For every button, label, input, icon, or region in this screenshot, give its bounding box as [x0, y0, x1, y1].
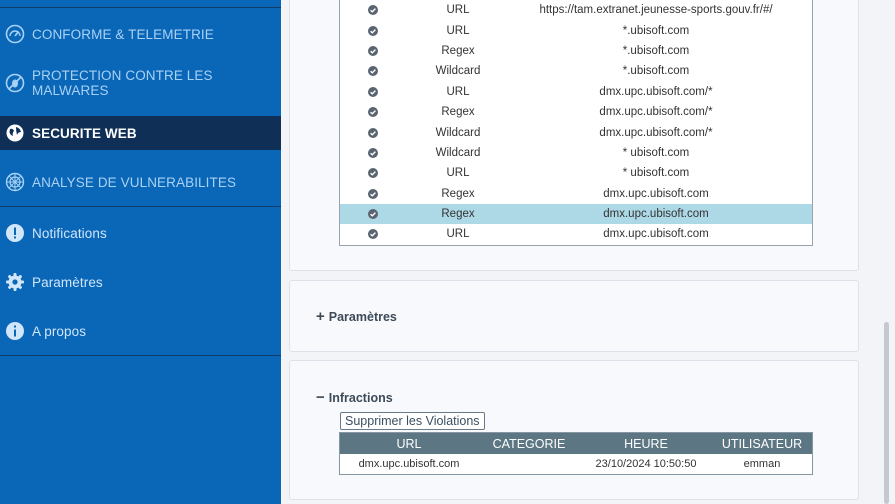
column-header-categorie[interactable]: CATEGORIE [478, 437, 580, 451]
minus-icon: − [316, 389, 325, 406]
column-header-heure[interactable]: HEURE [580, 437, 712, 451]
main-content: URL https://tam.extranet.jeunesse-sports… [281, 0, 895, 504]
delete-violations-button[interactable]: Supprimer les Violations [340, 412, 485, 430]
rule-type: Regex [441, 44, 475, 57]
rule-type: Regex [441, 106, 475, 119]
cell-utilisateur: emman [743, 458, 781, 470]
sidebar-item-conforme-telemetrie[interactable]: CONFORME & TELEMETRIE [0, 17, 281, 51]
rule-type: URL [446, 85, 470, 98]
rule-value: *.ubisoft.com [622, 65, 690, 78]
scrollbar-thumb[interactable] [884, 322, 889, 504]
check-circle-icon [340, 45, 406, 56]
sidebar-item-parametres[interactable]: Paramètres [0, 265, 281, 299]
sidebar-item-label: ANALYSE DE VULNERABILITES [32, 174, 237, 190]
check-circle-icon [340, 229, 406, 240]
rule-type: Regex [441, 208, 475, 221]
cell-url: dmx.upc.ubisoft.com [358, 458, 460, 470]
rule-value: dmx.upc.ubisoft.com [603, 228, 709, 241]
rule-value: dmx.upc.ubisoft.com/* [599, 126, 713, 139]
check-circle-icon [340, 107, 406, 118]
sidebar-item-label: CONFORME & TELEMETRIE [32, 26, 214, 42]
sidebar-divider [0, 7, 281, 8]
table-row[interactable]: Wildcard *.ubisoft.com [340, 61, 812, 81]
table-row-selected[interactable]: Regex dmx.upc.ubisoft.com [340, 203, 812, 225]
rule-value: * ubisoft.com [622, 146, 690, 159]
alert-icon [5, 223, 25, 243]
sidebar-divider [0, 355, 281, 356]
check-circle-icon [340, 86, 406, 97]
parametres-panel: + Paramètres [289, 280, 859, 352]
column-header-utilisateur[interactable]: UTILISATEUR [712, 437, 812, 451]
infractions-toggle[interactable]: − Infractions [316, 389, 393, 406]
check-circle-icon [340, 147, 406, 158]
gear-icon [5, 272, 25, 292]
sidebar-divider [0, 206, 281, 207]
table-row[interactable]: Regex dmx.upc.ubisoft.com [340, 184, 812, 204]
table-row[interactable]: Regex *.ubisoft.com [340, 41, 812, 61]
table-row[interactable]: URL dmx.upc.ubisoft.com [340, 224, 812, 244]
sidebar-item-securite-web[interactable]: SECURITE WEB [0, 116, 281, 150]
sidebar-item-label: PROTECTION CONTRE LES MALWARES [32, 68, 213, 98]
table-row[interactable]: URL https://tam.extranet.jeunesse-sports… [340, 0, 812, 20]
rule-type: URL [446, 24, 470, 37]
table-row[interactable]: dmx.upc.ubisoft.com 23/10/2024 10:50:50 … [340, 454, 812, 474]
sidebar: CONFORME & TELEMETRIE PROTECTION CONTRE … [0, 0, 281, 504]
sidebar-item-protection-malwares[interactable]: PROTECTION CONTRE LES MALWARES [0, 66, 281, 100]
rule-value: * ubisoft.com [622, 167, 690, 180]
check-circle-icon [340, 66, 406, 77]
rule-value: dmx.upc.ubisoft.com [603, 187, 709, 200]
parametres-toggle[interactable]: + Paramètres [316, 308, 397, 325]
malware-icon [5, 73, 25, 93]
table-row[interactable]: Wildcard dmx.upc.ubisoft.com/* [340, 122, 812, 142]
column-header-url[interactable]: URL [340, 437, 478, 451]
check-circle-icon [340, 188, 406, 199]
rules-panel: URL https://tam.extranet.jeunesse-sports… [289, 0, 859, 271]
rule-type: URL [446, 4, 470, 17]
rule-type: Regex [441, 187, 475, 200]
infractions-table: URL CATEGORIE HEURE UTILISATEUR dmx.upc.… [339, 432, 813, 475]
sidebar-item-label: Paramètres [32, 274, 103, 290]
infractions-panel: − Infractions Supprimer les Violations U… [289, 360, 859, 500]
table-row[interactable]: Regex dmx.upc.ubisoft.com/* [340, 102, 812, 122]
rule-type: Wildcard [435, 65, 481, 78]
info-icon [5, 321, 25, 341]
table-row[interactable]: URL dmx.upc.ubisoft.com/* [340, 82, 812, 102]
gauge-icon [5, 24, 25, 44]
check-circle-icon [340, 168, 406, 179]
rules-table: URL https://tam.extranet.jeunesse-sports… [339, 0, 813, 246]
sidebar-item-label: SECURITE WEB [32, 125, 137, 141]
globe-icon [5, 123, 25, 143]
rule-type: URL [446, 228, 470, 241]
infractions-label: Infractions [328, 390, 393, 405]
check-circle-icon [340, 5, 406, 16]
rule-value: *.ubisoft.com [622, 24, 690, 37]
vulnerability-icon [5, 172, 25, 192]
rule-value: dmx.upc.ubisoft.com/* [599, 106, 713, 119]
rule-type: URL [446, 167, 470, 180]
cell-heure: 23/10/2024 10:50:50 [595, 458, 697, 470]
table-row[interactable]: URL * ubisoft.com [340, 163, 812, 183]
sidebar-item-a-propos[interactable]: A propos [0, 314, 281, 348]
rule-value: https://tam.extranet.jeunesse-sports.gou… [539, 4, 773, 17]
table-row[interactable]: URL *.ubisoft.com [340, 20, 812, 40]
rule-value: *.ubisoft.com [622, 44, 690, 57]
check-circle-icon [340, 127, 406, 138]
rule-type: Wildcard [435, 126, 481, 139]
rule-type: Wildcard [435, 146, 481, 159]
rule-value: dmx.upc.ubisoft.com [603, 208, 709, 221]
sidebar-item-analyse-vulnerabilites[interactable]: ANALYSE DE VULNERABILITES [0, 165, 281, 199]
rule-value: dmx.upc.ubisoft.com/* [599, 85, 713, 98]
table-row[interactable]: Wildcard * ubisoft.com [340, 143, 812, 163]
vertical-scrollbar[interactable] [878, 0, 895, 504]
sidebar-item-notifications[interactable]: Notifications [0, 216, 281, 250]
check-circle-icon [340, 209, 406, 220]
check-circle-icon [340, 25, 406, 36]
table-header: URL CATEGORIE HEURE UTILISATEUR [340, 433, 812, 454]
plus-icon: + [316, 308, 325, 325]
parametres-label: Paramètres [328, 309, 397, 324]
sidebar-item-label: Notifications [32, 225, 107, 241]
sidebar-item-label: A propos [32, 323, 87, 339]
